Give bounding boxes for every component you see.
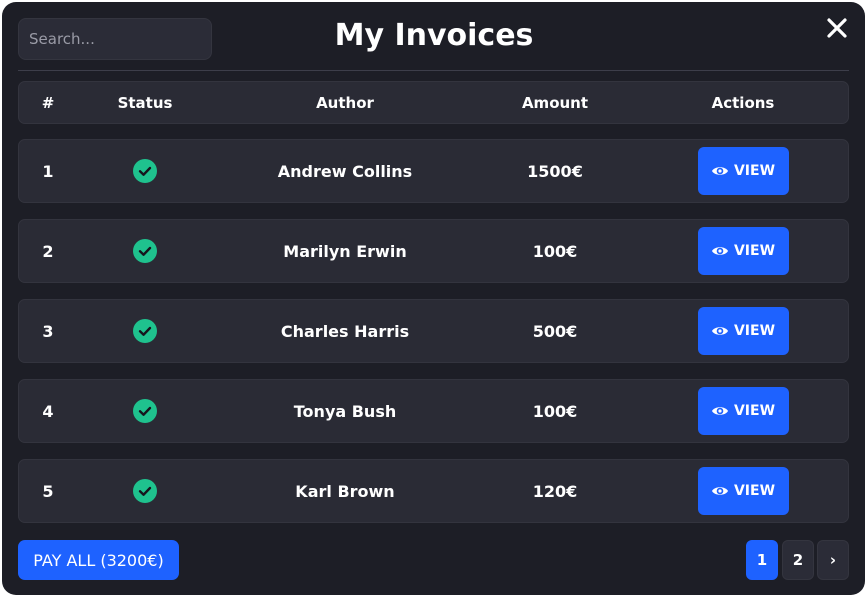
table-row: 4 Tonya Bush 100€ VIEW: [18, 379, 849, 443]
actions-cell: VIEW: [633, 220, 853, 282]
view-button-label: VIEW: [733, 163, 776, 179]
invoice-author: Marilyn Erwin: [283, 241, 407, 261]
view-button-label: VIEW: [733, 403, 776, 419]
invoice-number: 4: [42, 401, 54, 421]
invoice-author: Karl Brown: [295, 481, 395, 501]
table-row: 2 Marilyn Erwin 100€ VIEW: [18, 219, 849, 283]
view-invoice-button[interactable]: VIEW: [697, 307, 789, 355]
eye-icon: [711, 327, 728, 335]
table-row: 3 Charles Harris 500€ VIEW: [18, 299, 849, 363]
search-input[interactable]: [18, 18, 212, 60]
status-cell: [77, 220, 213, 282]
view-invoice-button[interactable]: VIEW: [697, 387, 789, 435]
actions-cell: VIEW: [633, 140, 853, 202]
invoice-number: 2: [42, 241, 54, 261]
actions-cell: VIEW: [633, 380, 853, 442]
invoices-modal: My Invoices # Status Author Amount Actio…: [2, 2, 865, 595]
column-header-status: Status: [117, 93, 173, 112]
status-cell: [77, 140, 213, 202]
eye-icon: [711, 407, 728, 415]
close-icon[interactable]: [825, 16, 849, 40]
invoice-amount: 100€: [532, 241, 578, 261]
invoice-amount: 120€: [532, 481, 578, 501]
check-circle-icon: [133, 479, 157, 503]
page-1-button[interactable]: 1: [746, 540, 778, 580]
actions-cell: VIEW: [633, 300, 853, 362]
eye-icon: [711, 167, 728, 175]
view-button-label: VIEW: [733, 243, 776, 259]
invoice-amount: 1500€: [527, 161, 583, 181]
status-cell: [77, 300, 213, 362]
column-header-author: Author: [316, 93, 374, 112]
view-invoice-button[interactable]: VIEW: [697, 147, 789, 195]
check-circle-icon: [133, 239, 157, 263]
next-page-button[interactable]: ›: [817, 540, 849, 580]
check-circle-icon: [133, 159, 157, 183]
table-row: 5 Karl Brown 120€ VIEW: [18, 459, 849, 523]
status-cell: [77, 380, 213, 442]
pay-all-button[interactable]: PAY ALL (3200€): [18, 540, 179, 580]
page-2-button[interactable]: 2: [782, 540, 814, 580]
invoice-author: Andrew Collins: [277, 161, 413, 181]
actions-cell: VIEW: [633, 460, 853, 522]
status-cell: [77, 460, 213, 522]
view-button-label: VIEW: [733, 483, 776, 499]
view-invoice-button[interactable]: VIEW: [697, 467, 789, 515]
invoice-amount: 100€: [532, 401, 578, 421]
modal-title: My Invoices: [334, 18, 534, 53]
column-header-amount: Amount: [521, 93, 589, 112]
check-circle-icon: [133, 319, 157, 343]
view-button-label: VIEW: [733, 323, 776, 339]
invoice-amount: 500€: [532, 321, 578, 341]
invoice-number: 1: [42, 161, 54, 181]
table-row: 1 Andrew Collins 1500€ VIEW: [18, 139, 849, 203]
table-header: # Status Author Amount Actions: [18, 81, 849, 124]
invoice-number: 5: [42, 481, 54, 501]
header-divider: [18, 70, 849, 71]
eye-icon: [711, 247, 728, 255]
column-header-number: #: [41, 93, 55, 112]
check-circle-icon: [133, 399, 157, 423]
eye-icon: [711, 487, 728, 495]
invoice-author: Charles Harris: [280, 321, 410, 341]
invoice-number: 3: [42, 321, 54, 341]
column-header-actions: Actions: [711, 93, 775, 112]
invoice-author: Tonya Bush: [293, 401, 397, 421]
view-invoice-button[interactable]: VIEW: [697, 227, 789, 275]
